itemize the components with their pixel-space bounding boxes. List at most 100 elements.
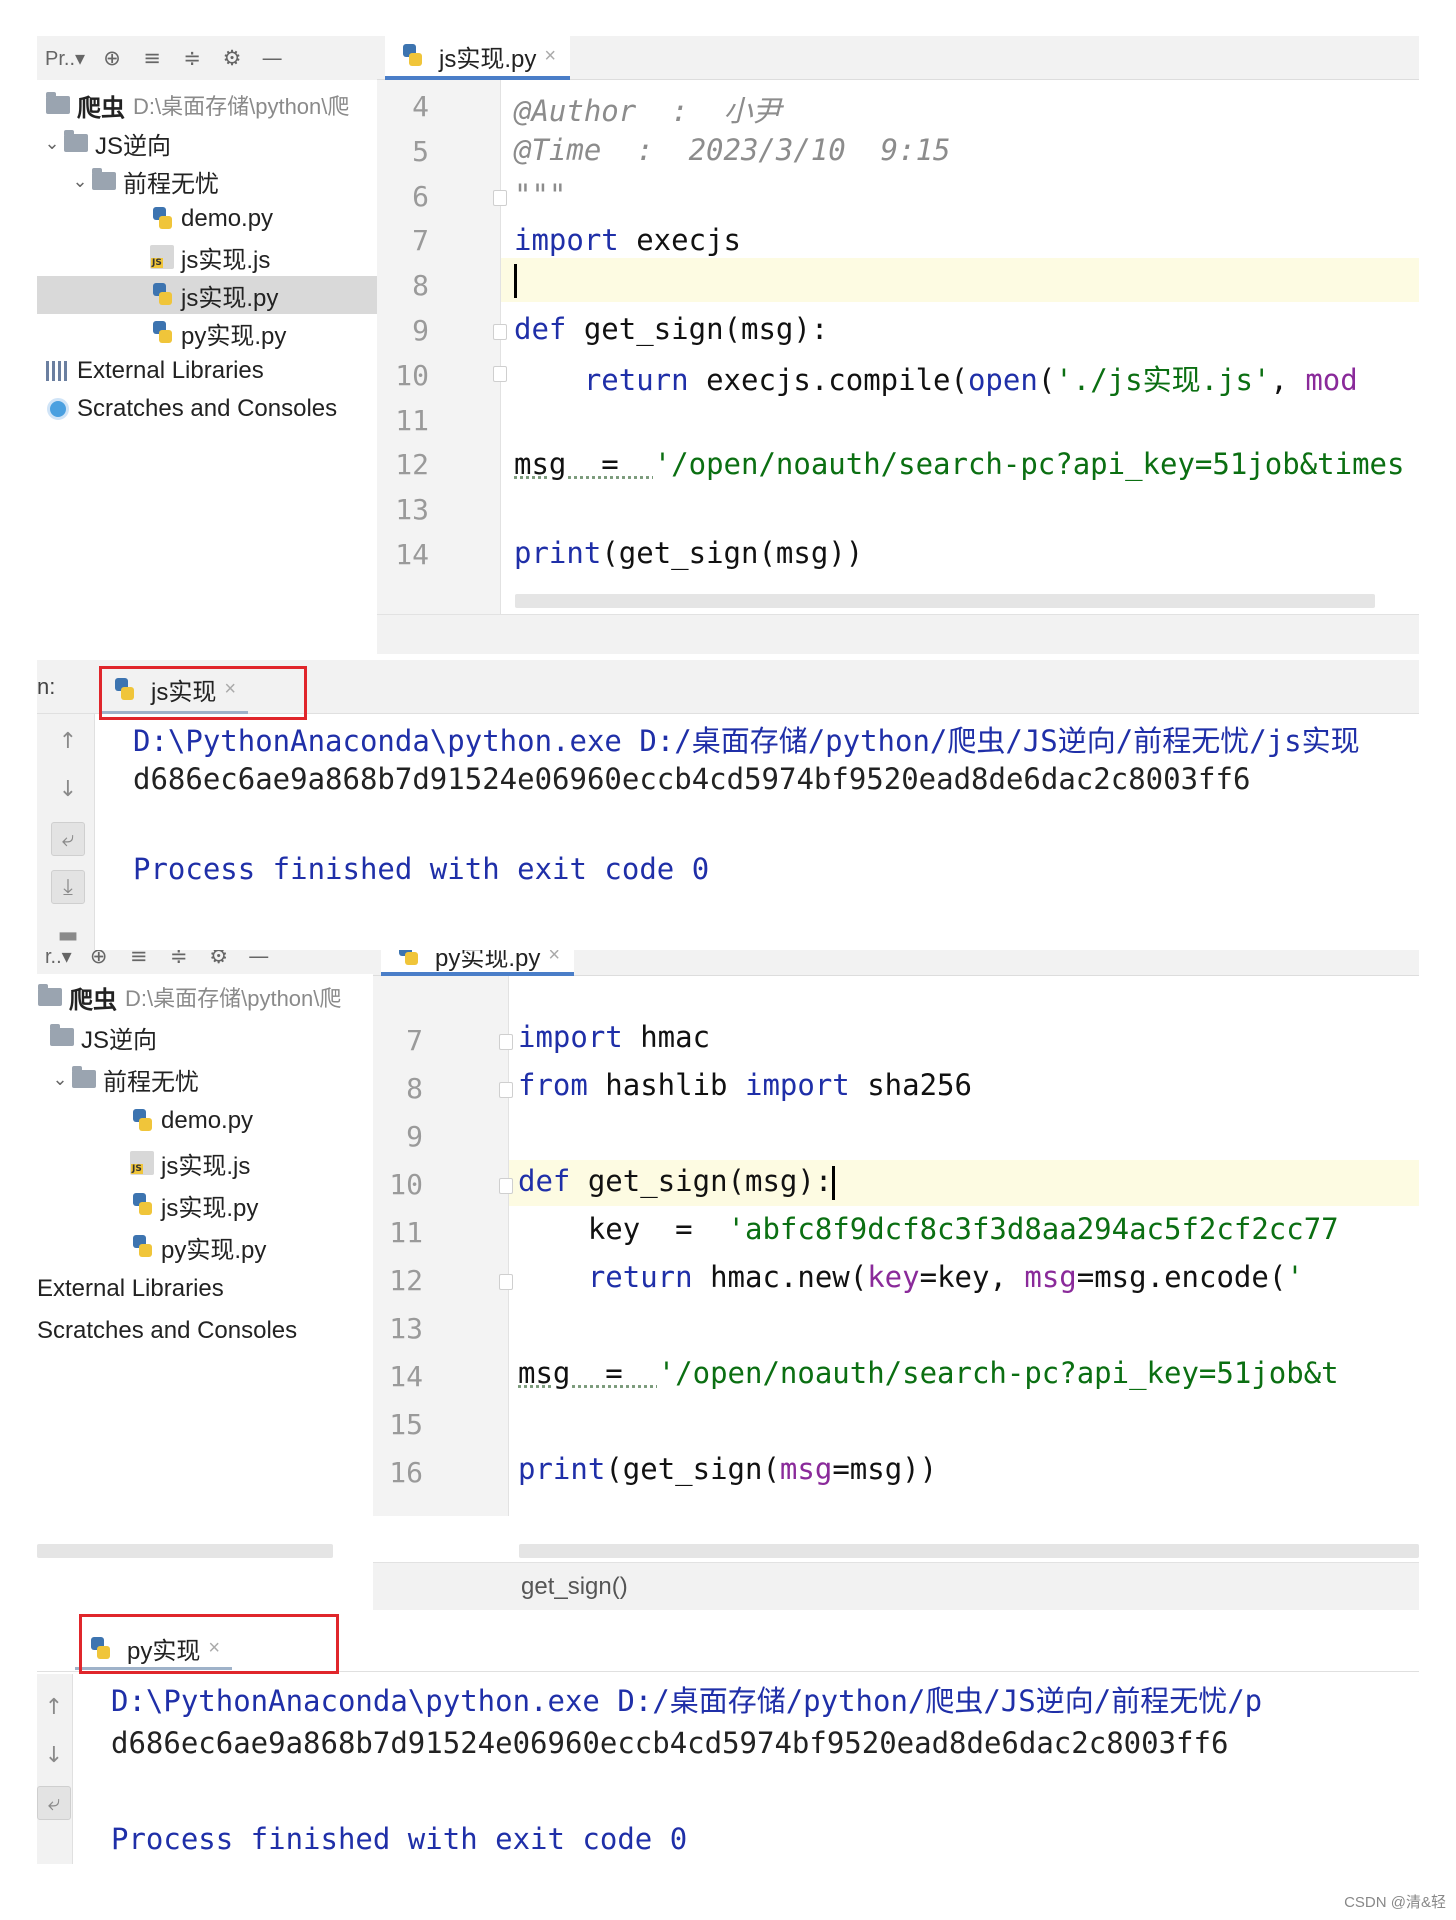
collapse-all-icon[interactable]: ≑ (179, 43, 205, 73)
code-line[interactable]: @Time : 2023/3/10 9:15 (514, 133, 951, 167)
hide-icon[interactable]: — (259, 43, 285, 73)
gear-icon[interactable]: ⚙ (206, 950, 232, 971)
code-line[interactable]: import hmac (518, 1020, 710, 1054)
tree-item-scratches[interactable]: Scratches and Consoles (37, 1312, 377, 1350)
run-output: d686ec6ae9a868b7d91524e06960eccb4cd5974b… (133, 762, 1251, 796)
tree-item-file[interactable]: js实现.py (37, 1186, 377, 1224)
fold-marker-icon[interactable] (493, 190, 507, 206)
tree-item-scratches[interactable]: Scratches and Consoles (37, 390, 377, 428)
tree-item-root[interactable]: 爬虫 D:\桌面存储\python\爬 (37, 978, 377, 1016)
down-arrow-icon[interactable]: ↓ (51, 772, 85, 806)
up-arrow-icon[interactable]: ↑ (37, 1690, 71, 1724)
project-view-dropdown[interactable]: r..▾ (45, 950, 72, 971)
keyword-return: return (583, 363, 689, 397)
code-line[interactable]: from hashlib import sha256 (518, 1068, 972, 1102)
code-line[interactable]: msg = '/open/noauth/search-pc?api_key=51… (518, 1356, 1339, 1390)
builtin-print: print (514, 536, 602, 570)
tree-item-file[interactable]: demo.py (37, 200, 377, 238)
run-sidebar: ↑ ↓ ⤶ (37, 1674, 73, 1864)
code-line[interactable]: print(get_sign(msg)) (514, 536, 863, 570)
print-args: (get_sign(msg)) (601, 536, 864, 570)
code-line[interactable]: def get_sign(msg): (514, 312, 828, 346)
scroll-to-end-icon[interactable]: ⤓ (51, 870, 85, 904)
fold-marker-icon[interactable] (499, 1082, 513, 1098)
tab-label: py实现.py (435, 950, 541, 972)
close-icon[interactable]: × (544, 45, 556, 68)
down-arrow-icon[interactable]: ↓ (37, 1738, 71, 1772)
gear-icon[interactable]: ⚙ (219, 43, 245, 73)
chevron-down-icon[interactable]: ⌄ (69, 171, 91, 192)
code-line[interactable]: return hmac.new(key=key, msg=msg.encode(… (518, 1260, 1304, 1294)
tree-item-label: JS逆向 (95, 132, 172, 160)
tree-item-file[interactable]: js实现.js (37, 238, 377, 276)
tree-item-label: Scratches and Consoles (37, 1317, 298, 1344)
print-icon[interactable]: ▬ (51, 918, 85, 950)
fold-marker-icon[interactable] (493, 324, 507, 340)
tree-item-js-reverse[interactable]: JS逆向 (37, 1018, 377, 1056)
code-line[interactable]: return execjs.compile(open('./js实现.js', … (514, 357, 1358, 399)
fold-marker-icon[interactable] (493, 366, 507, 382)
fold-marker-icon[interactable] (499, 1034, 513, 1050)
breadcrumb-function[interactable]: get_sign() (521, 1573, 628, 1601)
line-number: 6 (412, 179, 429, 213)
soft-wrap-icon[interactable]: ⤶ (51, 822, 85, 856)
keyword-def: def (518, 1164, 571, 1198)
ide-window-bottom: r..▾ ⊕ ≡ ≑ ⚙ — py实现.py × 爬虫 D:\桌面存储\pyth… (37, 950, 1419, 1864)
code-line[interactable]: msg = '/open/noauth/search-pc?api_key=51… (514, 447, 1404, 481)
chevron-down-icon[interactable]: ⌄ (41, 133, 63, 154)
code-line[interactable]: print(get_sign(msg=msg)) (518, 1452, 937, 1486)
tree-item-js-reverse[interactable]: ⌄ JS逆向 (37, 124, 377, 162)
msg-assign: msg = (514, 447, 654, 481)
soft-wrap-icon[interactable]: ⤶ (37, 1786, 71, 1820)
code-line[interactable]: """ (514, 178, 566, 212)
editor-scrollbar[interactable] (515, 594, 1375, 608)
collapse-all-icon[interactable]: ≑ (166, 950, 192, 971)
line-number: 16 (389, 1456, 423, 1489)
tab-js-impl-py[interactable]: js实现.py × (385, 36, 571, 80)
text-cursor (832, 1166, 836, 1200)
tree-item-root[interactable]: 爬虫 D:\桌面存储\python\爬 (37, 86, 377, 124)
chevron-down-icon[interactable]: ⌄ (49, 1069, 71, 1090)
tree-item-file[interactable]: py实现.py (37, 314, 377, 352)
close-icon[interactable]: × (548, 950, 560, 967)
line-number: 12 (389, 1264, 423, 1297)
string-quote: ' (1286, 1260, 1304, 1294)
builtin-open: open (967, 363, 1038, 397)
code-line-current[interactable] (514, 262, 517, 298)
code-line[interactable]: import execjs (514, 223, 741, 257)
expand-all-icon[interactable]: ≡ (139, 43, 165, 73)
python-file-icon (129, 1109, 155, 1133)
project-tree: 爬虫 D:\桌面存储\python\爬 JS逆向 ⌄ 前程无忧 demo.py … (37, 978, 377, 1558)
tree-item-file[interactable]: demo.py (37, 1102, 377, 1140)
tab-py-impl-py[interactable]: py实现.py × (381, 950, 575, 976)
code-line[interactable]: key = 'abfc8f9dcf8c3f3d8aa294ac5f2cf2cc7… (518, 1212, 1339, 1246)
tree-item-file[interactable]: py实现.py (37, 1228, 377, 1266)
tree-item-path: D:\桌面存储\python\爬 (133, 94, 350, 119)
fold-marker-icon[interactable] (499, 1274, 513, 1290)
editor-scrollbar[interactable] (519, 1544, 1419, 1558)
tree-item-file[interactable]: js实现.js (37, 1144, 377, 1182)
code-line-current[interactable]: def get_sign(msg): (518, 1164, 836, 1200)
fold-marker-icon[interactable] (499, 1178, 513, 1194)
run-command: D:\PythonAnaconda\python.exe D:/桌面存储/pyt… (111, 1684, 1263, 1718)
scratches-icon (45, 397, 71, 421)
param-key: key (867, 1260, 920, 1294)
tree-item-external-libraries[interactable]: External Libraries (37, 352, 377, 390)
tree-item-file-selected[interactable]: js实现.py (37, 276, 377, 314)
tree-item-label: JS逆向 (81, 1026, 158, 1054)
expand-all-icon[interactable]: ≡ (126, 950, 152, 971)
code-line[interactable]: @Author : 小尹 (514, 88, 782, 130)
line-number: 10 (389, 1168, 423, 1201)
line-number: 14 (395, 538, 429, 571)
tree-item-qcwy[interactable]: ⌄ 前程无忧 (37, 162, 377, 200)
import-module: execjs (618, 223, 741, 257)
project-view-dropdown[interactable]: Pr..▾ (45, 43, 85, 73)
tree-scrollbar[interactable] (37, 1544, 333, 1558)
tree-item-external-libraries[interactable]: External Libraries (37, 1270, 377, 1308)
up-arrow-icon[interactable]: ↑ (51, 724, 85, 758)
locate-icon[interactable]: ⊕ (86, 950, 112, 971)
tree-item-qcwy[interactable]: ⌄ 前程无忧 (37, 1060, 377, 1098)
hide-icon[interactable]: — (246, 950, 272, 971)
locate-icon[interactable]: ⊕ (99, 43, 125, 73)
keyword-import: import (744, 1068, 850, 1102)
